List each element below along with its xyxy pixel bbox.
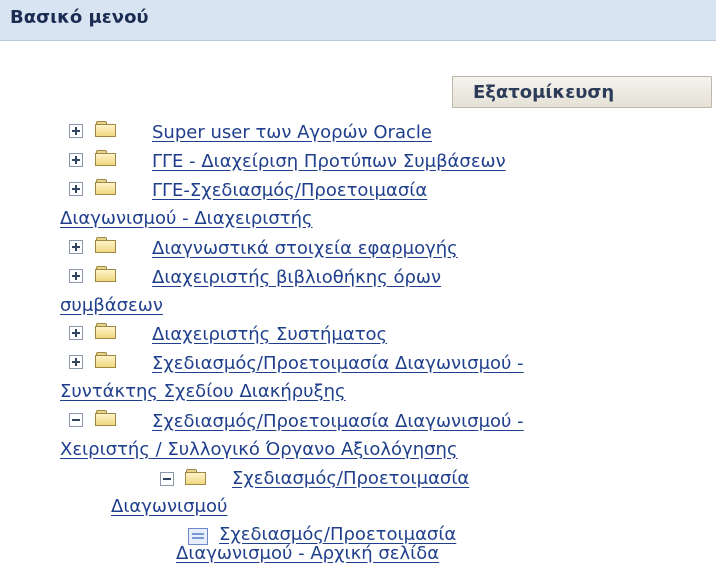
expand-icon[interactable] <box>69 153 83 167</box>
folder-icon <box>95 410 116 426</box>
collapse-icon[interactable] <box>160 472 174 486</box>
menu-item-library-admin: Διαχειριστής βιβλιοθήκης όρων <box>152 265 441 290</box>
expand-icon[interactable] <box>69 355 83 369</box>
menu-item-link[interactable]: συμβάσεων <box>60 295 163 316</box>
folder-icon <box>95 150 116 166</box>
menu-item-link[interactable]: Χειριστής / Συλλογικό Όργανο Αξιολόγησης <box>60 439 458 460</box>
menu-item-draft-author: Σχεδιασμός/Προετοιμασία Διαγωνισμού - <box>152 351 524 376</box>
menu-item-link[interactable]: ΓΓΕ - Διαχείριση Προτύπων Συμβάσεων <box>152 151 506 172</box>
menu-subfolder-tender: Σχεδιασμός/Προετοιμασία <box>232 466 469 491</box>
menu-item-link[interactable]: Super user των Αγορών Oracle <box>152 122 432 143</box>
menu-item-draft-author-line2: Συντάκτης Σχεδίου Διακήρυξης <box>60 379 346 404</box>
menu-item-link[interactable]: Διαγωνισμού - Αρχική σελίδα <box>176 543 439 564</box>
menu-item-super-user: Super user των Αγορών Oracle <box>152 120 432 145</box>
expand-icon[interactable] <box>69 182 83 196</box>
folder-icon <box>95 121 116 137</box>
personalize-button[interactable]: Εξατομίκευση <box>452 76 712 108</box>
menu-item-contract-templates: ΓΓΕ - Διαχείριση Προτύπων Συμβάσεων <box>152 149 506 174</box>
menu-item-tender-admin: ΓΓΕ-Σχεδιασμός/Προετοιμασία <box>152 178 427 203</box>
menu-item-system-admin: Διαχειριστής Συστήματος <box>152 322 387 347</box>
menu-item-evaluation-committee: Σχεδιασμός/Προετοιμασία Διαγωνισμού - <box>152 409 524 434</box>
menu-item-evaluation-committee-line2: Χειριστής / Συλλογικό Όργανο Αξιολόγησης <box>60 437 458 462</box>
menu-item-link[interactable]: Σχεδιασμός/Προετοιμασία Διαγωνισμού - <box>152 411 524 432</box>
expand-icon[interactable] <box>69 124 83 138</box>
folder-icon <box>95 266 116 282</box>
expand-icon[interactable] <box>69 326 83 340</box>
menu-item-link[interactable]: Διαγνωστικά στοιχεία εφαρμογής <box>152 238 458 259</box>
folder-icon <box>95 179 116 195</box>
menu-leaf-home-page-line2: Διαγωνισμού - Αρχική σελίδα <box>176 541 439 566</box>
menu-item-link[interactable]: Διαχειριστής βιβλιοθήκης όρων <box>152 267 441 288</box>
menu-item-link[interactable]: ΓΓΕ-Σχεδιασμός/Προετοιμασία <box>152 180 427 201</box>
menu-item-library-admin-line2: συμβάσεων <box>60 293 163 318</box>
expand-icon[interactable] <box>69 269 83 283</box>
folder-icon <box>95 352 116 368</box>
menu-item-link[interactable]: Σχεδιασμός/Προετοιμασία <box>232 468 469 489</box>
menu-item-link[interactable]: Συντάκτης Σχεδίου Διακήρυξης <box>60 381 346 402</box>
main-menu-header: Βασικό μενού <box>0 0 716 41</box>
collapse-icon[interactable] <box>69 413 83 427</box>
menu-subfolder-tender-line2: Διαγωνισμού <box>111 494 227 519</box>
menu-item-tender-admin-line2: Διαγωνισμού - Διαχειριστής <box>60 206 313 231</box>
menu-item-link[interactable]: Διαχειριστής Συστήματος <box>152 324 387 345</box>
menu-item-link[interactable]: Διαγωνισμού <box>111 496 227 517</box>
expand-icon[interactable] <box>69 240 83 254</box>
folder-icon <box>185 469 206 485</box>
menu-item-diagnostics: Διαγνωστικά στοιχεία εφαρμογής <box>152 236 458 261</box>
menu-item-link[interactable]: Διαγωνισμού - Διαχειριστής <box>60 208 313 229</box>
page-title: Βασικό μενού <box>10 7 149 28</box>
menu-item-link[interactable]: Σχεδιασμός/Προετοιμασία Διαγωνισμού - <box>152 353 524 374</box>
folder-icon <box>95 237 116 253</box>
folder-icon <box>95 323 116 339</box>
